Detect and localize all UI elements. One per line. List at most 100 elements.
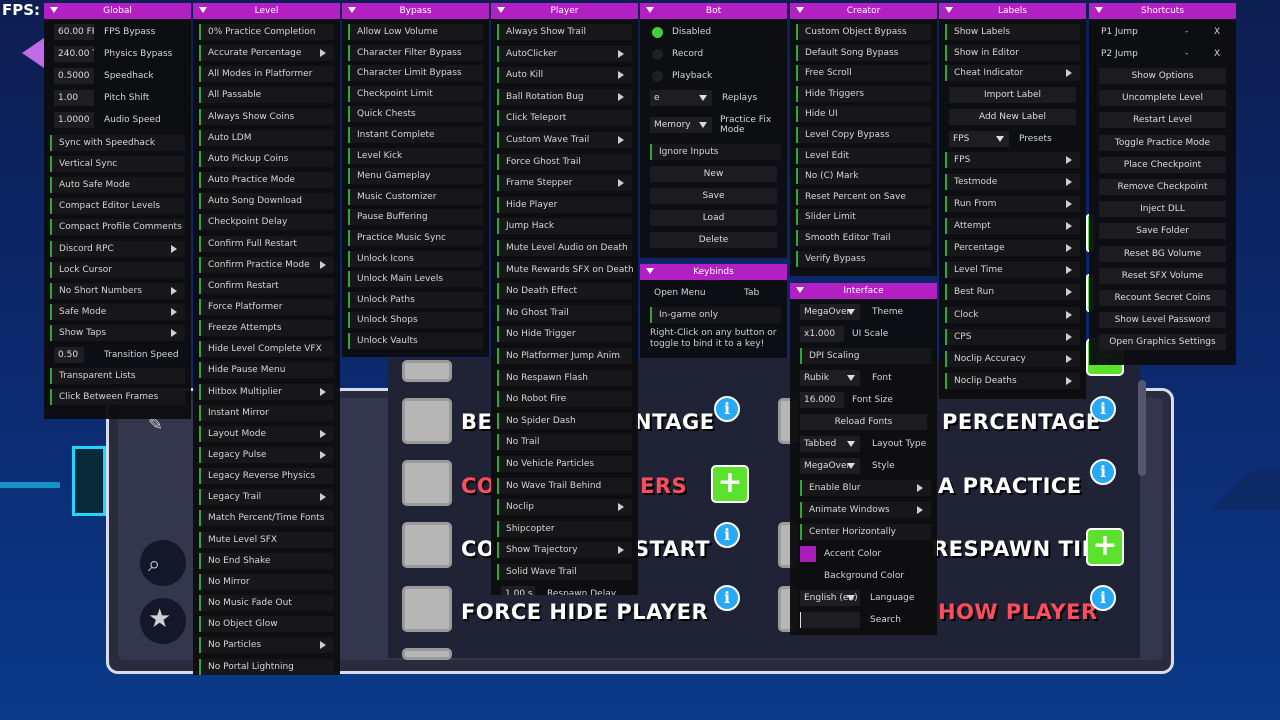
toggle-row[interactable]: Accurate Percentage bbox=[193, 43, 340, 63]
toggle-row[interactable]: Free Scroll bbox=[790, 63, 937, 83]
toggle-row[interactable]: Hitbox Multiplier bbox=[193, 382, 340, 402]
shortcut-button[interactable]: Reset BG Volume bbox=[1099, 245, 1226, 262]
search-button[interactable] bbox=[140, 540, 186, 586]
center-toggle[interactable]: Center Horizontally bbox=[790, 522, 937, 542]
toggle-row[interactable]: Hide Pause Menu bbox=[193, 360, 340, 380]
toggle-row[interactable]: No Spider Dash bbox=[491, 411, 638, 431]
toggle-row[interactable]: Shipcopter bbox=[491, 519, 638, 539]
toggle-row[interactable]: Practice Music Sync bbox=[342, 228, 489, 248]
chevron-right-icon[interactable] bbox=[1066, 222, 1072, 231]
chevron-right-icon[interactable] bbox=[618, 71, 624, 80]
toggle-row[interactable]: Always Show Coins bbox=[193, 107, 340, 127]
toggle-row[interactable]: Force Platformer bbox=[193, 297, 340, 317]
toggle-row[interactable]: AutoClicker bbox=[491, 44, 638, 64]
toggle-row[interactable]: Unlock Main Levels bbox=[342, 269, 489, 289]
toggle-row[interactable]: Reset Percent on Save bbox=[790, 187, 937, 207]
radio-record[interactable]: Record bbox=[640, 44, 787, 64]
toggle-checkbox[interactable] bbox=[402, 648, 452, 660]
toggle-checkbox[interactable] bbox=[402, 460, 452, 506]
shortcut-key[interactable]: - bbox=[1185, 44, 1188, 64]
panel-header[interactable]: Shortcuts bbox=[1089, 3, 1236, 19]
shortcut-button[interactable]: Save Folder bbox=[1099, 223, 1226, 240]
add-label-button[interactable]: Add New Label bbox=[949, 108, 1076, 125]
toggle-row[interactable]: Level Copy Bypass bbox=[790, 125, 937, 145]
presets-dropdown[interactable]: FPS bbox=[949, 130, 1009, 147]
toggle-checkbox[interactable] bbox=[402, 398, 452, 444]
chevron-right-icon[interactable] bbox=[320, 493, 326, 502]
toggle-row[interactable]: Smooth Editor Trail bbox=[790, 228, 937, 248]
global-value-input[interactable]: 60.00 FPS bbox=[54, 24, 94, 40]
toggle-row[interactable]: Compact Editor Levels bbox=[44, 196, 191, 216]
chevron-right-icon[interactable] bbox=[1066, 244, 1072, 253]
shortcut-button[interactable]: Open Graphics Settings bbox=[1099, 334, 1226, 351]
toggle-row[interactable]: Frame Stepper bbox=[491, 173, 638, 193]
toggle-row[interactable]: No Particles bbox=[193, 635, 340, 655]
panel-header[interactable]: Interface bbox=[790, 283, 937, 299]
chevron-right-icon[interactable] bbox=[618, 179, 624, 188]
blur-toggle[interactable]: Enable Blur bbox=[790, 478, 937, 498]
toggle-row[interactable]: Unlock Shops bbox=[342, 310, 489, 330]
chevron-right-icon[interactable] bbox=[618, 503, 624, 512]
chevron-right-icon[interactable] bbox=[320, 49, 326, 58]
shortcut-button[interactable]: Show Options bbox=[1099, 68, 1226, 84]
collapse-icon[interactable] bbox=[646, 268, 654, 274]
toggle-row[interactable]: All Modes in Platformer bbox=[193, 64, 340, 84]
toggle-row[interactable]: Allow Low Volume bbox=[342, 22, 489, 42]
chevron-right-icon[interactable] bbox=[171, 244, 177, 253]
collapse-icon[interactable] bbox=[646, 7, 654, 13]
toggle-row[interactable]: 0% Practice Completion bbox=[193, 22, 340, 42]
toggle-row[interactable]: Legacy Trail bbox=[193, 487, 340, 507]
bg-color-row[interactable]: Background Color bbox=[790, 566, 937, 586]
background-swatch[interactable] bbox=[800, 568, 816, 584]
panel-header[interactable]: Player bbox=[491, 3, 638, 19]
toggle-row[interactable]: Confirm Practice Mode bbox=[193, 255, 340, 275]
chevron-right-icon[interactable] bbox=[1066, 332, 1072, 341]
toggle-row[interactable]: Click Teleport bbox=[491, 108, 638, 128]
chevron-right-icon[interactable] bbox=[1066, 288, 1072, 297]
shortcut-button[interactable]: Show Level Password bbox=[1099, 312, 1226, 329]
toggle-row[interactable]: Character Limit Bypass bbox=[342, 63, 489, 83]
transition-speed-input[interactable]: 0.50 bbox=[54, 347, 84, 363]
toggle-row[interactable]: No Respawn Flash bbox=[491, 368, 638, 388]
toggle-checkbox[interactable] bbox=[402, 522, 452, 568]
toggle-row[interactable]: Slider Limit bbox=[790, 207, 937, 227]
info-icon[interactable]: i bbox=[1090, 459, 1116, 485]
global-value-input[interactable]: 0.5000 bbox=[54, 68, 94, 84]
toggle-row[interactable]: Force Ghost Trail bbox=[491, 152, 638, 172]
ui-scale-input[interactable]: x1.000 bbox=[800, 326, 844, 342]
toggle-row[interactable]: Unlock Paths bbox=[342, 290, 489, 310]
new-button[interactable]: New bbox=[650, 166, 777, 182]
collapse-icon[interactable] bbox=[50, 7, 58, 13]
theme-dropdown[interactable]: MegaOver bbox=[800, 304, 860, 320]
plus-icon[interactable]: + bbox=[1086, 528, 1124, 566]
toggle-row[interactable]: No (C) Mark bbox=[790, 166, 937, 186]
chevron-right-icon[interactable] bbox=[320, 641, 326, 650]
toggle-row[interactable]: Auto LDM bbox=[193, 128, 340, 148]
style-dropdown[interactable]: MegaOver bbox=[800, 458, 860, 474]
toggle-row[interactable]: No Portal Lightning bbox=[193, 657, 340, 676]
toggle-row[interactable]: Lock Cursor bbox=[44, 260, 191, 280]
chevron-right-icon[interactable] bbox=[1066, 354, 1072, 363]
toggle-row[interactable]: No Ghost Trail bbox=[491, 303, 638, 323]
toggle-row[interactable]: Testmode bbox=[939, 172, 1086, 192]
toggle-row[interactable]: Mute Level Audio on Death bbox=[491, 238, 638, 258]
toggle-row[interactable]: Ball Rotation Bug bbox=[491, 87, 638, 107]
toggle-row[interactable]: Clock bbox=[939, 305, 1086, 325]
chevron-right-icon[interactable] bbox=[1066, 310, 1072, 319]
global-value-input[interactable]: 1.00 bbox=[54, 90, 94, 106]
shortcut-button[interactable]: Inject DLL bbox=[1099, 201, 1226, 218]
shortcut-button[interactable]: Reset SFX Volume bbox=[1099, 267, 1226, 284]
collapse-icon[interactable] bbox=[348, 7, 356, 13]
toggle-row[interactable]: Hide Level Complete VFX bbox=[193, 339, 340, 359]
keybind-row[interactable]: Open Menu Tab bbox=[640, 283, 787, 303]
panel-header[interactable]: Labels bbox=[939, 3, 1086, 19]
collapse-icon[interactable] bbox=[1095, 7, 1103, 13]
chevron-right-icon[interactable] bbox=[171, 328, 177, 337]
radio-disabled[interactable]: Disabled bbox=[640, 22, 787, 42]
toggle-row[interactable]: Vertical Sync bbox=[44, 154, 191, 174]
toggle-row[interactable]: Show Labels bbox=[939, 22, 1086, 42]
toggle-checkbox[interactable] bbox=[402, 360, 452, 382]
dpi-toggle[interactable]: DPI Scaling bbox=[790, 346, 937, 366]
toggle-row[interactable]: Match Percent/Time Fonts bbox=[193, 508, 340, 528]
shortcut-button[interactable]: Place Checkpoint bbox=[1099, 156, 1226, 173]
